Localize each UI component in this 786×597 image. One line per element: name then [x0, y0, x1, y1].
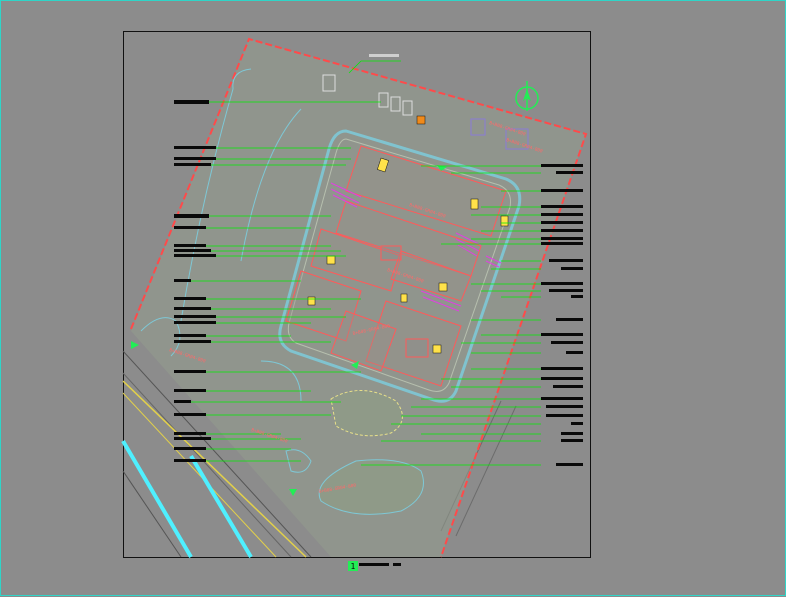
north-arrow-icon: [515, 81, 539, 111]
site-plan-drawing[interactable]: B+B08-GR04-800 B+B08-GR04-800 B+B08-GR04…: [1, 1, 786, 597]
sheet-number-icon: 1: [348, 561, 401, 571]
sheet-number: 1: [351, 562, 356, 571]
cad-viewport[interactable]: B+B08-GR04-800 B+B08-GR04-800 B+B08-GR04…: [0, 0, 786, 596]
